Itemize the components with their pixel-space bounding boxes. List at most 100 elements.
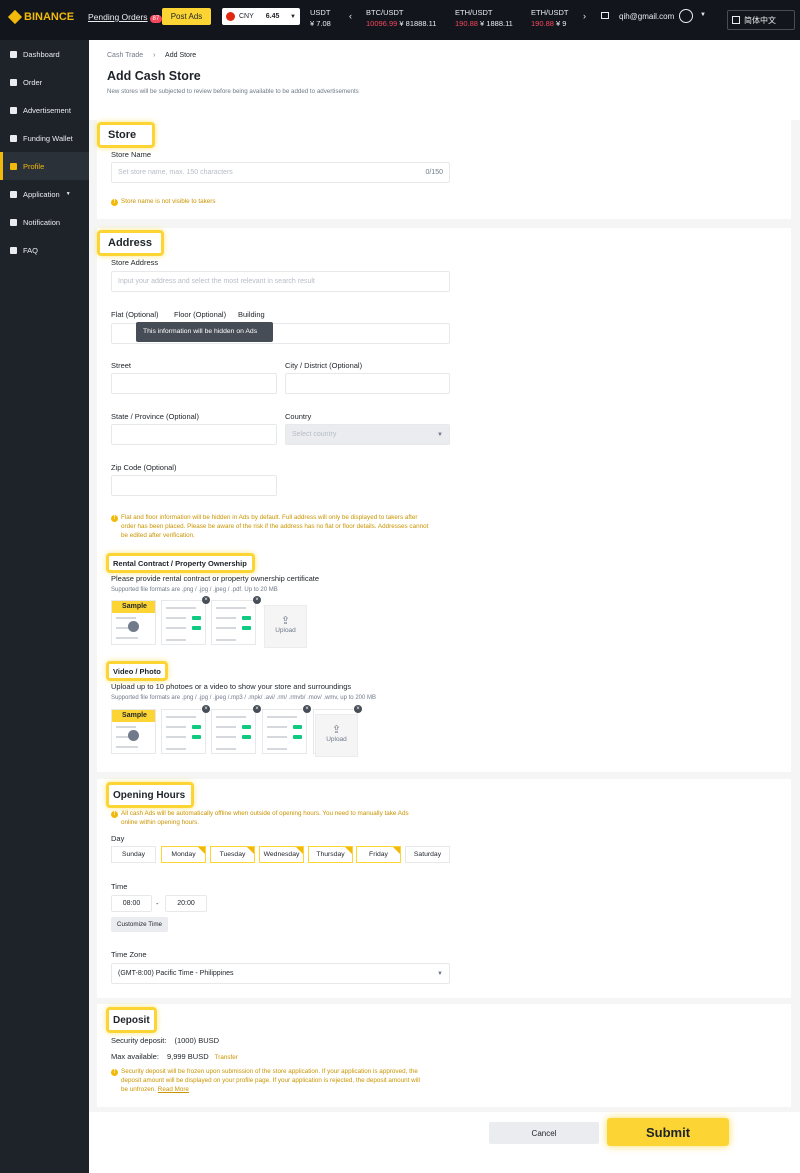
remove-file-icon[interactable]: × xyxy=(303,705,311,713)
remove-file-icon[interactable]: × xyxy=(202,705,210,713)
sidebar-item-faq[interactable]: FAQ xyxy=(0,236,89,264)
chevron-down-icon: ▼ xyxy=(65,191,71,197)
remove-file-icon[interactable]: × xyxy=(354,705,362,713)
breadcrumb-current: Add Store xyxy=(165,52,197,59)
day-wednesday[interactable]: Wednesday xyxy=(259,846,304,863)
max-available-row: Max available: 9,999 BUSD Transfer xyxy=(111,1052,238,1061)
submit-button[interactable]: Submit xyxy=(607,1118,729,1146)
video-file-thumb[interactable] xyxy=(262,709,307,754)
address-section-title: Address xyxy=(97,230,164,256)
thumb-line xyxy=(216,639,236,641)
video-upload-button[interactable]: ⇪ Upload xyxy=(315,714,358,757)
transfer-link[interactable]: Transfer xyxy=(215,1054,238,1061)
usdt-price: USDT ¥ 7.08 xyxy=(310,8,331,28)
ticker-eth-2[interactable]: ETH/USDT 190.88 ¥ 9 xyxy=(531,7,569,29)
sidebar-item-advertisement[interactable]: Advertisement xyxy=(0,96,89,124)
timezone-label: Time Zone xyxy=(111,950,147,959)
rental-file-thumb[interactable] xyxy=(161,600,206,645)
chevron-right-icon[interactable]: › xyxy=(583,11,586,21)
day-thursday[interactable]: Thursday xyxy=(308,846,353,863)
rental-formats: Supported file formats are .png / .jpg /… xyxy=(111,587,278,593)
customize-time-button[interactable]: Customize Time xyxy=(111,917,168,932)
street-label: Street xyxy=(111,361,132,370)
rental-file-thumb[interactable] xyxy=(211,600,256,645)
store-name-note: ! Store name is not visible to takers xyxy=(111,197,216,206)
ticker-eth[interactable]: ETH/USDT 190.88 ¥ 1888.11 xyxy=(455,7,513,29)
sidebar-item-notification[interactable]: Notification xyxy=(0,208,89,236)
mail-icon[interactable] xyxy=(601,12,609,19)
thumb-status xyxy=(242,725,251,729)
breadcrumb-cash-trade[interactable]: Cash Trade xyxy=(107,52,143,59)
read-more-link[interactable]: Read More xyxy=(158,1086,189,1093)
user-email[interactable]: qih@gmail.com xyxy=(619,12,674,21)
building-label: Building xyxy=(238,310,265,319)
deposit-section-title: Deposit xyxy=(106,1007,157,1033)
thumb-line xyxy=(166,726,186,728)
chevron-left-icon[interactable]: ‹ xyxy=(349,11,352,21)
start-time-input[interactable]: 08:00 xyxy=(111,895,152,912)
rental-upload-button[interactable]: ⇪ Upload xyxy=(264,605,307,648)
currency-selector[interactable]: CNY 6.45 ▼ xyxy=(222,8,300,25)
store-address-input[interactable]: Input your address and select the most r… xyxy=(111,271,450,292)
store-address-label: Store Address xyxy=(111,258,159,267)
thumb-line xyxy=(116,726,136,728)
breadcrumb-separator-icon: › xyxy=(153,52,156,59)
video-section-title: Video / Photo xyxy=(106,661,168,681)
day-label: Day xyxy=(111,834,125,843)
video-file-thumb[interactable] xyxy=(161,709,206,754)
day-tuesday[interactable]: Tuesday xyxy=(210,846,255,863)
sidebar-item-funding-wallet[interactable]: Funding Wallet xyxy=(0,124,89,152)
store-name-input[interactable]: Set store name, max. 150 characters 0/150 xyxy=(111,162,450,183)
avatar-icon[interactable] xyxy=(679,9,693,23)
language-selector[interactable]: 简体中文 xyxy=(727,10,795,30)
day-monday[interactable]: Monday xyxy=(161,846,206,863)
store-section-title: Store xyxy=(97,122,155,148)
post-ads-button[interactable]: Post Ads xyxy=(162,8,211,25)
thumb-status xyxy=(192,616,201,620)
state-input[interactable] xyxy=(111,424,277,445)
day-friday[interactable]: Friday xyxy=(356,846,401,863)
zip-input[interactable] xyxy=(111,475,277,496)
top-bar: BINANCE Pending Orders 87 Post Ads CNY 6.… xyxy=(0,0,800,40)
sidebar-item-order[interactable]: Order xyxy=(0,68,89,96)
country-select[interactable]: Select country ▼ xyxy=(285,424,450,445)
remove-file-icon[interactable]: × xyxy=(253,705,261,713)
thumb-status xyxy=(242,616,251,620)
sidebar-item-profile[interactable]: Profile xyxy=(0,152,89,180)
day-saturday[interactable]: Saturday xyxy=(405,846,450,863)
thumb-line xyxy=(116,617,136,619)
pending-orders-badge: 87 xyxy=(149,15,163,23)
ticker-btc[interactable]: BTC/USDT 10096.99 ¥ 81888.11 xyxy=(366,7,436,29)
cancel-button[interactable]: Cancel xyxy=(489,1122,599,1144)
day-sunday[interactable]: Sunday xyxy=(111,846,156,863)
thumb-status xyxy=(293,725,302,729)
end-time-input[interactable]: 20:00 xyxy=(165,895,207,912)
pending-orders-link[interactable]: Pending Orders 87 xyxy=(88,12,163,23)
sidebar-item-dashboard[interactable]: Dashboard xyxy=(0,40,89,68)
rental-sample-thumb[interactable]: Sample xyxy=(111,600,156,645)
chevron-down-icon: ▼ xyxy=(437,970,443,977)
sidebar-item-application[interactable]: Application ▼ xyxy=(0,180,89,208)
thumb-line xyxy=(116,637,138,639)
binance-logo[interactable]: BINANCE xyxy=(7,9,74,25)
sample-label: Sample xyxy=(112,710,155,722)
apps-icon xyxy=(10,190,17,198)
timezone-select[interactable]: (GMT-8:00) Pacific Time - Philippines ▼ xyxy=(111,963,450,984)
thumb-line xyxy=(267,736,287,738)
street-input[interactable] xyxy=(111,373,277,394)
remove-file-icon[interactable]: × xyxy=(253,596,261,604)
thumb-line xyxy=(166,627,186,629)
account-chevron-icon[interactable]: ▼ xyxy=(700,12,706,18)
zip-label: Zip Code (Optional) xyxy=(111,463,177,472)
floor-label: Floor (Optional) xyxy=(174,310,227,319)
time-separator: - xyxy=(156,899,159,908)
video-sample-thumb[interactable]: Sample xyxy=(111,709,156,754)
video-file-thumb[interactable] xyxy=(211,709,256,754)
thumb-line xyxy=(216,716,246,718)
remove-file-icon[interactable]: × xyxy=(202,596,210,604)
state-label: State / Province (Optional) xyxy=(111,412,199,421)
play-icon xyxy=(128,621,139,632)
video-description: Upload up to 10 photoes or a video to sh… xyxy=(111,682,352,691)
city-input[interactable] xyxy=(285,373,450,394)
thumb-line xyxy=(267,716,297,718)
